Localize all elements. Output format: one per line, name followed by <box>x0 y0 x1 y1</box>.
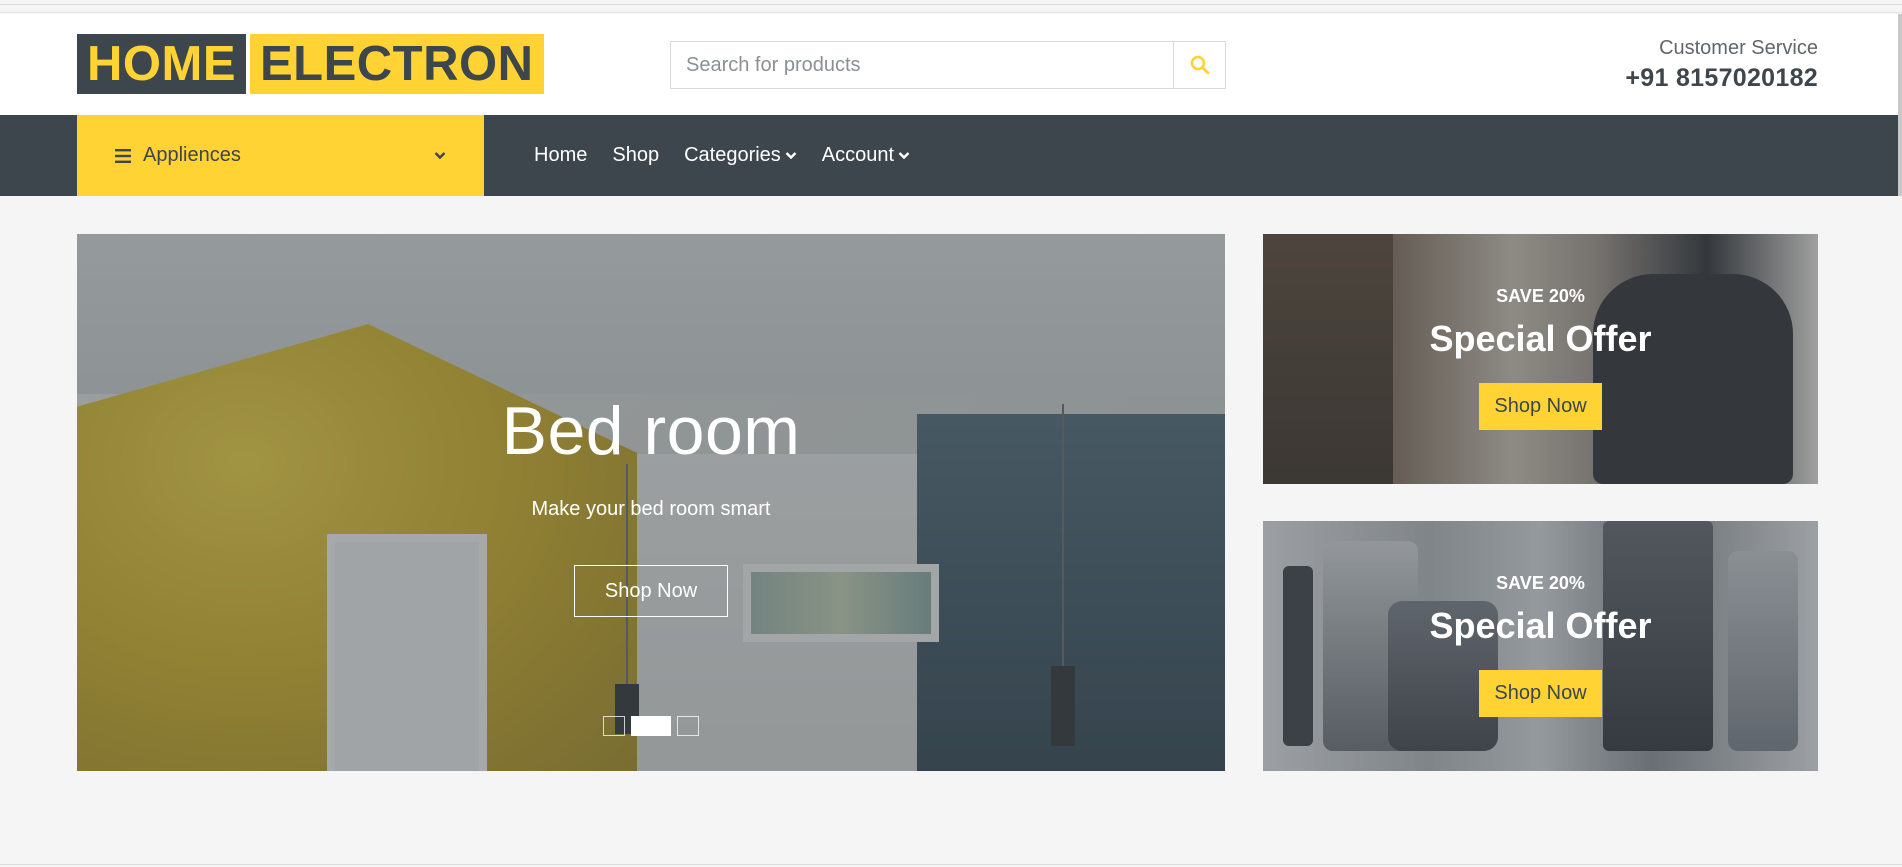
nav-link-label: Account <box>821 144 895 166</box>
offer-title: Special Offer <box>1429 318 1652 359</box>
nav-link-label: Shop <box>612 144 660 166</box>
hero-shop-now-button[interactable]: Shop Now <box>574 565 728 617</box>
nav-link-shop[interactable]: Shop <box>612 144 659 167</box>
offer-banner-appliances: SAVE 20% Special Offer Shop Now <box>1263 521 1818 771</box>
offer-shop-now-button[interactable]: Shop Now <box>1479 383 1602 430</box>
search-bar <box>670 41 1226 89</box>
nav-link-home[interactable]: Home <box>534 144 587 167</box>
hero-subtitle: Make your bed room smart <box>531 498 771 520</box>
category-dropdown-label: Appliences <box>143 144 241 166</box>
site-header: HOME ELECTRON Customer Service +91 81570… <box>0 14 1902 115</box>
carousel-indicator-2-active[interactable] <box>631 716 671 736</box>
chevron-down-icon <box>434 152 446 160</box>
offer-shop-now-button[interactable]: Shop Now <box>1479 670 1602 717</box>
search-input[interactable] <box>671 42 1173 88</box>
brand-logo-part2: ELECTRON <box>250 34 544 94</box>
nav-links: Home Shop Categories Account <box>534 115 910 196</box>
nav-link-label: Home <box>534 144 588 166</box>
chevron-down-icon <box>785 152 797 160</box>
customer-service: Customer Service +91 8157020182 <box>1625 37 1818 93</box>
search-icon <box>1190 55 1209 75</box>
customer-service-phone: +91 8157020182 <box>1625 64 1818 92</box>
chevron-down-icon <box>898 152 910 160</box>
carousel-indicators <box>77 716 1225 736</box>
brand-logo[interactable]: HOME ELECTRON <box>77 34 544 94</box>
brand-logo-part1: HOME <box>77 34 246 94</box>
carousel-indicator-3[interactable] <box>677 716 699 736</box>
page-scrollbar[interactable] <box>1898 14 1902 196</box>
top-strip <box>0 0 1902 13</box>
customer-service-label: Customer Service <box>1659 37 1818 59</box>
carousel-indicator-1[interactable] <box>603 716 625 736</box>
page-divider <box>0 864 1902 865</box>
nav-link-label: Categories <box>684 144 781 166</box>
hero-title: Bed room <box>501 393 801 469</box>
nav-link-account[interactable]: Account <box>822 144 910 167</box>
offer-save-label: SAVE 20% <box>1496 573 1585 593</box>
hamburger-icon <box>115 148 131 163</box>
search-button[interactable] <box>1173 42 1225 88</box>
category-dropdown-toggle[interactable]: Appliences <box>77 115 484 196</box>
offer-banner-furniture: SAVE 20% Special Offer Shop Now <box>1263 234 1818 484</box>
main-navbar: Appliences Home Shop Categories Account <box>0 115 1898 196</box>
hero-carousel: Bed room Make your bed room smart Shop N… <box>77 234 1225 771</box>
offer-title: Special Offer <box>1429 605 1652 646</box>
nav-link-categories[interactable]: Categories <box>684 144 797 167</box>
offer-save-label: SAVE 20% <box>1496 286 1585 306</box>
